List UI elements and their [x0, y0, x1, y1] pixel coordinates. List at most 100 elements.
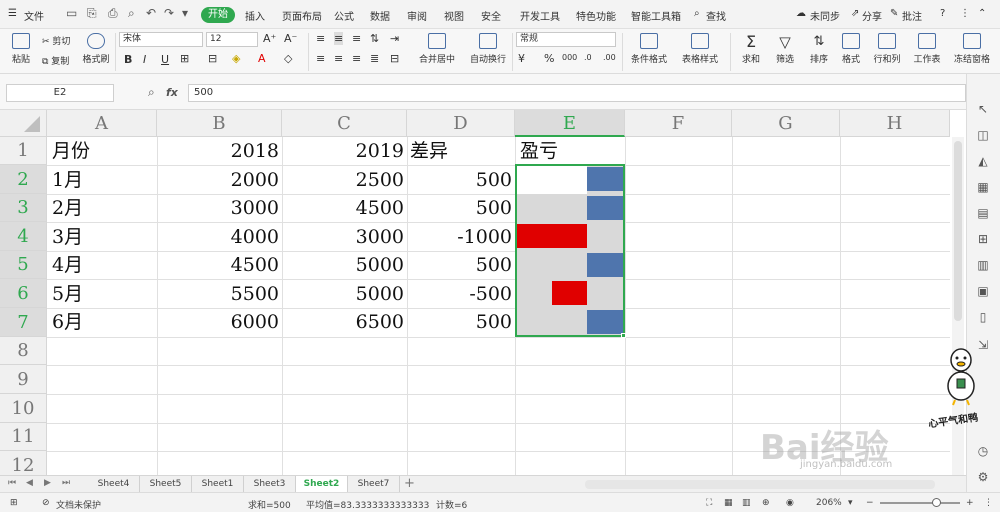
- cell-d2[interactable]: 500: [407, 166, 512, 194]
- paste-button[interactable]: 粘贴: [6, 33, 36, 65]
- fill-color-icon[interactable]: ◈: [232, 52, 240, 65]
- zoom-slider-track[interactable]: [880, 502, 960, 504]
- fx-icon[interactable]: fx: [166, 86, 178, 99]
- column-header-c[interactable]: C: [282, 110, 407, 137]
- cell-d6[interactable]: -500: [407, 280, 512, 308]
- add-sheet-icon[interactable]: +: [404, 476, 415, 491]
- bar-chart-icon[interactable]: ▥: [976, 258, 990, 272]
- row-header-9[interactable]: 9: [0, 365, 47, 394]
- cell-c1[interactable]: 2019: [282, 137, 404, 165]
- font-size-select[interactable]: 12: [206, 32, 258, 47]
- sheet-tab-sheet4[interactable]: Sheet4: [88, 476, 140, 493]
- font-grow-icon[interactable]: A⁺: [263, 32, 276, 45]
- settings-icon[interactable]: ⚙: [976, 470, 990, 484]
- tab-data[interactable]: 数据: [370, 8, 390, 23]
- cell-d5[interactable]: 500: [407, 251, 512, 279]
- preview-icon[interactable]: ⌕: [128, 6, 135, 21]
- file-menu[interactable]: 文件: [24, 8, 44, 23]
- cell-a2[interactable]: 1月: [52, 166, 83, 194]
- first-sheet-icon[interactable]: ⏮: [8, 478, 16, 488]
- increase-decimal-icon[interactable]: .0: [584, 53, 592, 62]
- cell-c6[interactable]: 5000: [282, 280, 404, 308]
- row-header-5[interactable]: 5: [0, 251, 47, 279]
- comment-button[interactable]: 批注: [902, 8, 922, 23]
- sheet-tab-sheet2[interactable]: Sheet2: [296, 476, 348, 493]
- row-header-7[interactable]: 7: [0, 308, 47, 337]
- tab-smart-tools[interactable]: 智能工具箱: [631, 8, 681, 23]
- column-header-b[interactable]: B: [157, 110, 282, 137]
- zoom-level[interactable]: 206%: [816, 498, 842, 508]
- zoom-in-icon[interactable]: +: [966, 498, 974, 508]
- formula-input[interactable]: 500: [188, 84, 966, 102]
- active-cell-e2[interactable]: [516, 165, 587, 194]
- data-bar-range[interactable]: [516, 165, 624, 337]
- protection-status[interactable]: 文档未保护: [56, 498, 101, 511]
- shapes-icon[interactable]: ◫: [976, 128, 990, 142]
- status-average[interactable]: 平均值=83.3333333333333: [306, 498, 429, 511]
- column-header-f[interactable]: F: [625, 110, 732, 137]
- cell-c2[interactable]: 2500: [282, 166, 404, 194]
- format-painter-button[interactable]: 格式刷: [80, 33, 112, 65]
- tab-review[interactable]: 审阅: [407, 8, 427, 23]
- text-direction-icon[interactable]: ⇅: [370, 32, 379, 45]
- cell-a1[interactable]: 月份: [52, 137, 90, 165]
- status-count[interactable]: 计数=6: [436, 498, 467, 511]
- cut-button[interactable]: ✂ 剪切: [42, 34, 70, 47]
- page-layout-icon[interactable]: ▥: [742, 498, 751, 508]
- prev-sheet-icon[interactable]: ◀: [26, 478, 33, 488]
- status-sum[interactable]: 求和=500: [248, 498, 291, 511]
- cell-c4[interactable]: 3000: [282, 223, 404, 251]
- sheet-tab-sheet5[interactable]: Sheet5: [140, 476, 192, 493]
- tab-page-layout[interactable]: 页面布局: [282, 8, 322, 23]
- help-icon[interactable]: ?: [940, 8, 945, 19]
- row-header-1[interactable]: 1: [0, 137, 47, 165]
- grid-panel-icon[interactable]: ▤: [976, 206, 990, 220]
- cell-b5[interactable]: 4500: [157, 251, 279, 279]
- merge-icon[interactable]: ⊟: [208, 52, 217, 65]
- document-icon[interactable]: ▯: [976, 310, 990, 324]
- sum-button[interactable]: Σ 求和: [736, 33, 766, 66]
- zoom-out-icon[interactable]: −: [866, 498, 874, 508]
- align-right-icon[interactable]: ≡: [352, 52, 361, 65]
- row-header-10[interactable]: 10: [0, 394, 47, 423]
- clear-icon[interactable]: ◇: [284, 52, 292, 65]
- cell-b2[interactable]: 2000: [157, 166, 279, 194]
- thousands-icon[interactable]: 000: [562, 53, 577, 62]
- name-box[interactable]: E2: [6, 84, 114, 102]
- cell-d7[interactable]: 500: [407, 308, 512, 336]
- merge-center-button[interactable]: 合并居中: [414, 33, 460, 65]
- tab-insert[interactable]: 插入: [245, 8, 265, 23]
- column-header-a[interactable]: A: [47, 110, 157, 137]
- row-header-4[interactable]: 4: [0, 222, 47, 251]
- cell-b3[interactable]: 3000: [157, 194, 279, 222]
- font-shrink-icon[interactable]: A⁻: [284, 32, 297, 45]
- quick-menu-icon[interactable]: ▾: [182, 6, 188, 20]
- cell-d4[interactable]: -1000: [407, 223, 512, 251]
- percent-icon[interactable]: %: [544, 52, 554, 65]
- cell-b7[interactable]: 6000: [157, 308, 279, 336]
- bold-icon[interactable]: B: [124, 53, 132, 66]
- filter-button[interactable]: ▽ 筛选: [770, 33, 800, 65]
- select-cursor-icon[interactable]: ↖: [976, 102, 990, 116]
- fill-handle[interactable]: [621, 333, 626, 338]
- row-header-6[interactable]: 6: [0, 279, 47, 308]
- align-left-icon[interactable]: ≡: [316, 52, 325, 65]
- more-icon[interactable]: ⋮: [960, 8, 970, 19]
- indent-icon[interactable]: ⇥: [390, 32, 399, 45]
- menu-icon[interactable]: ☰: [8, 8, 17, 19]
- eye-protect-icon[interactable]: ◉: [786, 498, 794, 508]
- tab-security[interactable]: 安全: [481, 8, 501, 23]
- align-center-icon[interactable]: ≡: [334, 52, 343, 65]
- format-button[interactable]: 格式: [836, 33, 866, 65]
- cell-b1[interactable]: 2018: [157, 137, 279, 165]
- table-icon[interactable]: ▦: [976, 180, 990, 194]
- align-top-icon[interactable]: ≡: [316, 32, 325, 45]
- worksheet-button[interactable]: 工作表: [908, 33, 946, 65]
- cell-c5[interactable]: 5000: [282, 251, 404, 279]
- row-column-button[interactable]: 行和列: [868, 33, 906, 65]
- fullscreen-icon[interactable]: ⛶: [706, 498, 712, 508]
- print-icon[interactable]: ⎙: [108, 6, 118, 21]
- sort-button[interactable]: ⇅ 排序: [804, 33, 834, 65]
- border-icon[interactable]: ⊞: [180, 52, 189, 65]
- cell-b6[interactable]: 5500: [157, 280, 279, 308]
